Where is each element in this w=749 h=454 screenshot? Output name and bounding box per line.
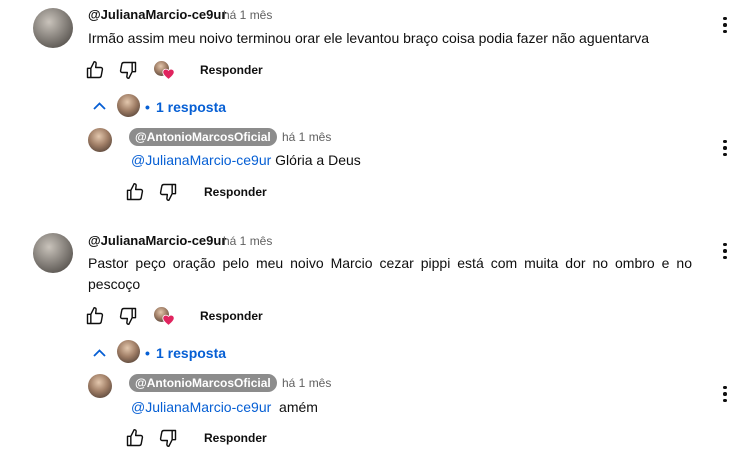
reply-avatar[interactable] bbox=[88, 374, 112, 398]
reply-more-actions-button[interactable] bbox=[716, 138, 734, 158]
replies-toggle-button[interactable]: 1 resposta bbox=[156, 345, 226, 361]
dislike-icon[interactable] bbox=[118, 60, 138, 80]
creator-heart[interactable] bbox=[154, 307, 176, 327]
dislike-icon[interactable] bbox=[158, 182, 178, 202]
reply-button[interactable]: Responder bbox=[204, 185, 267, 199]
comment-text: Pastor peço oração pelo meu noivo Marcio… bbox=[88, 255, 692, 292]
commenter-avatar[interactable] bbox=[33, 233, 73, 273]
reply-text: @JulianaMarcio-ce9ur Glória a Deus bbox=[131, 150, 361, 171]
dislike-icon[interactable] bbox=[118, 306, 138, 326]
reply-author-pill[interactable]: @AntonioMarcosOficial bbox=[129, 128, 277, 146]
like-icon[interactable] bbox=[85, 306, 105, 326]
reply-button[interactable]: Responder bbox=[200, 63, 263, 77]
creator-heart[interactable] bbox=[154, 61, 176, 81]
chevron-up-icon[interactable] bbox=[92, 100, 107, 112]
chevron-up-icon[interactable] bbox=[92, 347, 107, 359]
dislike-icon[interactable] bbox=[158, 428, 178, 448]
more-actions-button[interactable] bbox=[716, 15, 734, 35]
reply-time[interactable]: há 1 mês bbox=[282, 376, 331, 390]
comment-time[interactable]: há 1 mês bbox=[223, 234, 272, 248]
like-icon[interactable] bbox=[125, 428, 145, 448]
reply-avatar[interactable] bbox=[88, 128, 112, 152]
reply-button[interactable]: Responder bbox=[200, 309, 263, 323]
comment-text: Irmão assim meu noivo terminou orar ele … bbox=[88, 30, 650, 46]
reply-mention-link[interactable]: @JulianaMarcio-ce9ur bbox=[131, 399, 271, 415]
reply-more-actions-button[interactable] bbox=[716, 384, 734, 404]
comment-author[interactable]: @JulianaMarcio-ce9ur bbox=[88, 7, 226, 22]
replier-avatar-thumb bbox=[117, 340, 140, 363]
reply-author-pill[interactable]: @AntonioMarcosOficial bbox=[129, 374, 277, 392]
replies-bullet: • bbox=[145, 345, 150, 361]
reply-text: @JulianaMarcio-ce9ur amém bbox=[131, 397, 318, 418]
reply-text-body: amém bbox=[271, 399, 318, 415]
reply-button[interactable]: Responder bbox=[204, 431, 267, 445]
like-icon[interactable] bbox=[85, 60, 105, 80]
creator-heart-icon bbox=[162, 314, 175, 326]
reply-mention-link[interactable]: @JulianaMarcio-ce9ur bbox=[131, 152, 271, 168]
reply-text-body: Glória a Deus bbox=[271, 152, 361, 168]
like-icon[interactable] bbox=[125, 182, 145, 202]
comment-time[interactable]: há 1 mês bbox=[223, 8, 272, 22]
reply-time[interactable]: há 1 mês bbox=[282, 130, 331, 144]
creator-heart-icon bbox=[162, 68, 175, 80]
replier-avatar-thumb bbox=[117, 94, 140, 117]
more-actions-button[interactable] bbox=[716, 241, 734, 261]
replies-bullet: • bbox=[145, 99, 150, 115]
commenter-avatar[interactable] bbox=[33, 8, 73, 48]
replies-toggle-button[interactable]: 1 resposta bbox=[156, 99, 226, 115]
comment-author[interactable]: @JulianaMarcio-ce9ur bbox=[88, 233, 226, 248]
